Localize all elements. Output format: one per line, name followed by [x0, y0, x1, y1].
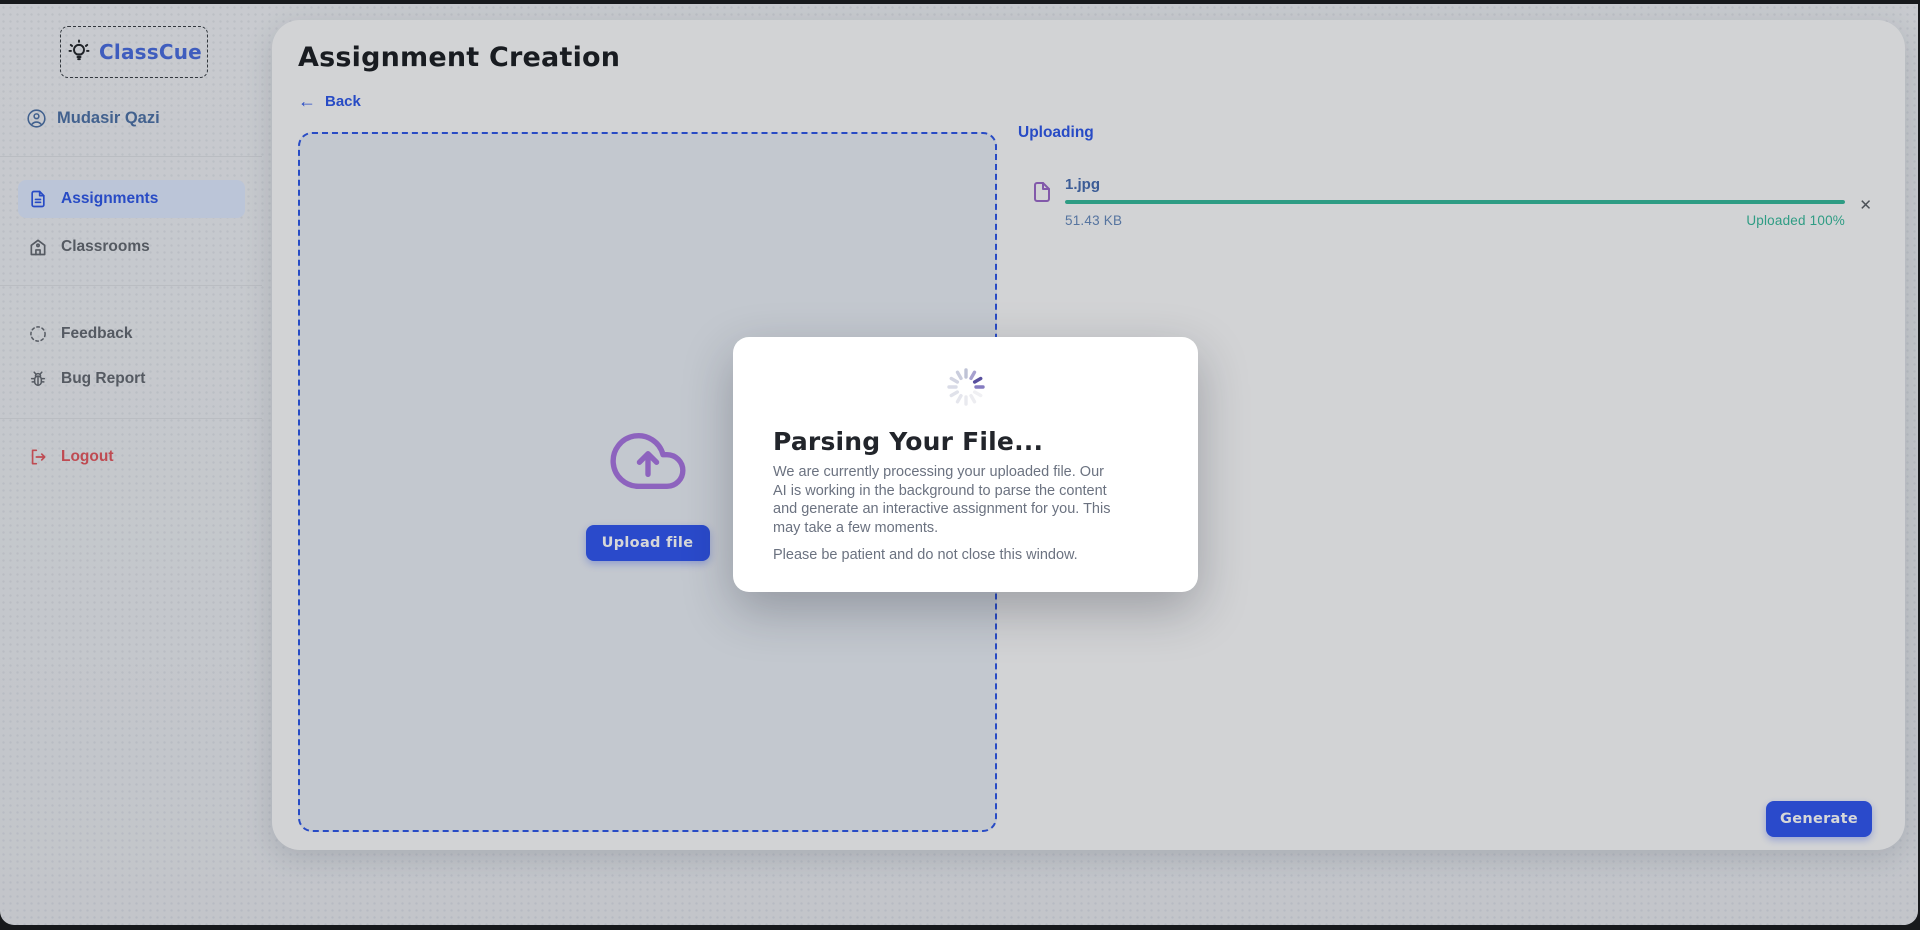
modal-body: We are currently processing your uploade… — [773, 463, 1158, 537]
spinner-icon — [773, 365, 1158, 409]
modal-title: Parsing Your File... — [773, 427, 1158, 456]
parsing-modal: Parsing Your File... We are currently pr… — [733, 337, 1198, 592]
modal-note: Please be patient and do not close this … — [773, 547, 1158, 563]
app-window: ClassCue Mudasir Qazi Assignme — [0, 4, 1918, 925]
